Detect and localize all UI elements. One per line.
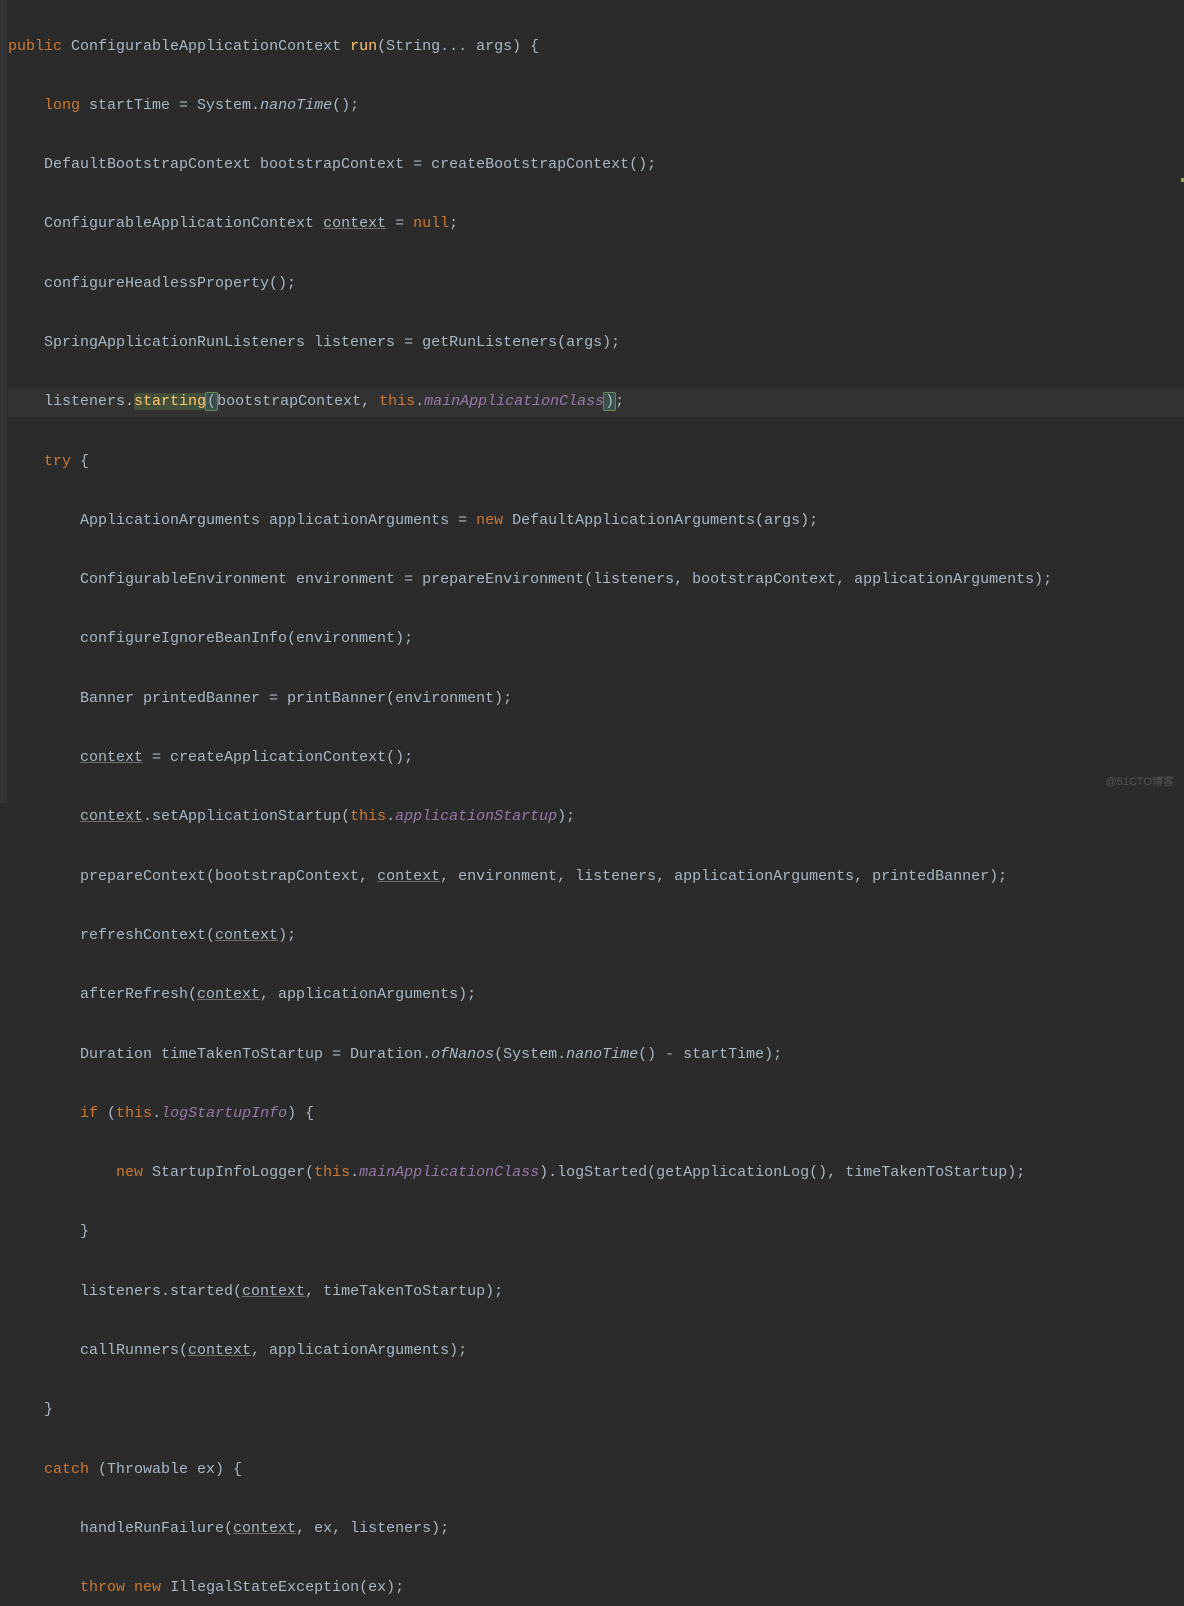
- code-line: new StartupInfoLogger(this.mainApplicati…: [8, 1158, 1184, 1188]
- code-line: throw new IllegalStateException(ex);: [8, 1573, 1184, 1603]
- code-line: }: [8, 1217, 1184, 1247]
- code-line: }: [8, 1395, 1184, 1425]
- watermark-label: @51CTO博客: [1106, 768, 1174, 798]
- code-line: afterRefresh(context, applicationArgumen…: [8, 980, 1184, 1010]
- code-line: ConfigurableApplicationContext context =…: [8, 209, 1184, 239]
- code-line: callRunners(context, applicationArgument…: [8, 1336, 1184, 1366]
- code-line: public ConfigurableApplicationContext ru…: [8, 32, 1184, 62]
- code-line: prepareContext(bootstrapContext, context…: [8, 862, 1184, 892]
- code-line: Banner printedBanner = printBanner(envir…: [8, 684, 1184, 714]
- code-line: refreshContext(context);: [8, 921, 1184, 951]
- code-line: Duration timeTakenToStartup = Duration.o…: [8, 1040, 1184, 1070]
- code-line: catch (Throwable ex) {: [8, 1455, 1184, 1485]
- code-line: configureIgnoreBeanInfo(environment);: [8, 624, 1184, 654]
- code-line: DefaultBootstrapContext bootstrapContext…: [8, 150, 1184, 180]
- code-line-highlighted: listeners.starting(bootstrapContext, thi…: [8, 387, 1184, 417]
- code-line: if (this.logStartupInfo) {: [8, 1099, 1184, 1129]
- code-line: listeners.started(context, timeTakenToSt…: [8, 1277, 1184, 1307]
- code-line: SpringApplicationRunListeners listeners …: [8, 328, 1184, 358]
- code-line: context = createApplicationContext();: [8, 743, 1184, 773]
- code-line: try {: [8, 447, 1184, 477]
- code-line: ApplicationArguments applicationArgument…: [8, 506, 1184, 536]
- code-line: ConfigurableEnvironment environment = pr…: [8, 565, 1184, 595]
- code-line: handleRunFailure(context, ex, listeners)…: [8, 1514, 1184, 1544]
- code-line: context.setApplicationStartup(this.appli…: [8, 802, 1184, 832]
- code-editor[interactable]: public ConfigurableApplicationContext ru…: [0, 0, 1184, 1606]
- code-line: long startTime = System.nanoTime();: [8, 91, 1184, 121]
- code-line: configureHeadlessProperty();: [8, 269, 1184, 299]
